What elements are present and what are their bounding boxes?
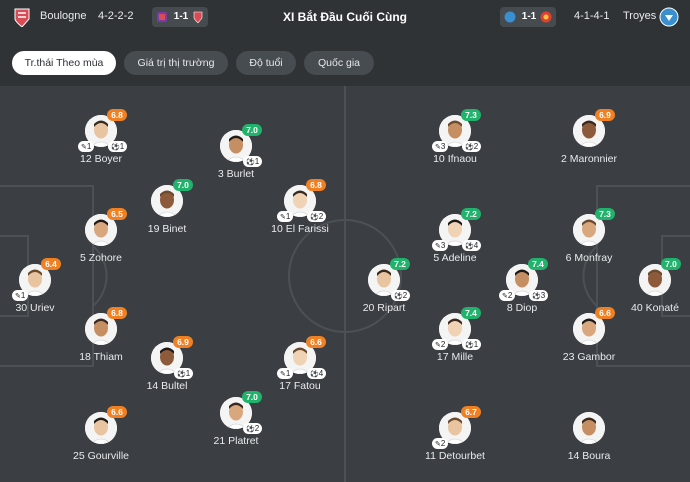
player-name: 17 Fatou	[279, 380, 321, 392]
player-card[interactable]: 6.7 ✎2 11 Detourbet	[410, 406, 500, 474]
player-stat-right: ⚽2	[462, 141, 482, 152]
player-rating-badge: 7.4	[461, 307, 481, 319]
player-name: 21 Platret	[213, 435, 259, 447]
player-card[interactable]: 7.3 ✎3 ⚽2 10 Ifnaou	[410, 109, 500, 177]
player-stat-left: ✎1	[12, 290, 29, 301]
player-rating-badge: 6.5	[107, 208, 127, 220]
player-name: 12 Boyer	[79, 153, 123, 165]
player-card[interactable]: 7.4 ✎2 ⚽1 17 Mille	[410, 307, 500, 375]
away-team-name[interactable]: Troyes	[623, 10, 656, 22]
player-stat-right: ⚽2	[391, 290, 411, 301]
player-stat-right: ⚽4	[462, 240, 482, 251]
player-name: 10 Ifnaou	[433, 153, 477, 165]
away-last-score: 1-1	[521, 11, 537, 22]
player-name: 14 Boura	[567, 450, 611, 462]
tab-season-form[interactable]: Tr.thái Theo mùa	[12, 51, 116, 75]
player-rating-badge: 7.0	[242, 391, 262, 403]
tab-nationality[interactable]: Quốc gia	[304, 51, 374, 75]
tab-age[interactable]: Độ tuổi	[236, 51, 296, 75]
player-name: 2 Maronnier	[560, 153, 618, 165]
player-rating-badge: 6.8	[306, 179, 326, 191]
player-stat-right: ⚽3	[529, 290, 549, 301]
away-formation: 4-1-4-1	[574, 10, 610, 22]
player-card[interactable]: 7.0 ⚽2 21 Platret	[191, 391, 281, 459]
player-card[interactable]: 6.8 ✎1 ⚽1 12 Boyer	[56, 109, 146, 177]
player-stat-left: ✎1	[277, 368, 294, 379]
player-rating-badge: 6.6	[306, 336, 326, 348]
player-rating-badge: 7.3	[595, 208, 615, 220]
player-stat-left: ✎1	[78, 141, 95, 152]
player-card[interactable]: 6.9 2 Maronnier	[544, 109, 634, 177]
tab-market-value[interactable]: Giá trị thị trường	[124, 51, 228, 75]
player-stat-left: ✎3	[432, 141, 449, 152]
player-stat-left: ✎3	[432, 240, 449, 251]
match-header: Boulogne 4-2-2-2 1-1 XI Bắt Đầu Cuối Cùn…	[0, 0, 690, 34]
player-rating-badge: 6.9	[595, 109, 615, 121]
player-stat-right: ⚽1	[174, 368, 194, 379]
player-card[interactable]: 6.8 ✎1 ⚽2 10 El Farissi	[255, 179, 345, 247]
player-stat-left: ✎1	[277, 211, 294, 222]
player-card[interactable]: 6.6 23 Gambor	[544, 307, 634, 375]
player-rating-badge: 7.4	[528, 258, 548, 270]
player-rating-badge: 6.6	[595, 307, 615, 319]
player-stat-right: ⚽2	[243, 423, 263, 434]
player-stat-right: ⚽1	[108, 141, 128, 152]
player-stat-left: ✎2	[432, 438, 449, 449]
view-tabs: Tr.thái Theo mùa Giá trị thị trường Độ t…	[0, 34, 690, 86]
player-name: 17 Mille	[436, 351, 474, 363]
player-stat-left: ✎2	[499, 290, 516, 301]
player-rating-badge: 7.0	[242, 124, 262, 136]
player-stat-left: ✎2	[432, 339, 449, 350]
player-name: 10 El Farissi	[271, 223, 329, 235]
player-rating-badge: 7.3	[461, 109, 481, 121]
away-last-match[interactable]: 1-1	[500, 7, 556, 27]
player-rating-badge: 6.6	[107, 406, 127, 418]
player-rating-badge: 7.0	[661, 258, 681, 270]
troyes-badge-icon[interactable]	[659, 7, 679, 27]
player-rating-badge: 6.8	[107, 307, 127, 319]
player-card[interactable]: 6.6 25 Gourville	[56, 406, 146, 474]
player-rating-badge: 6.7	[461, 406, 481, 418]
player-rating-badge: 6.8	[107, 109, 127, 121]
player-card[interactable]: 14 Boura	[544, 410, 634, 474]
player-stat-right: ⚽4	[307, 368, 327, 379]
troyes-mini-icon	[504, 11, 516, 23]
player-stat-right: ⚽1	[462, 339, 482, 350]
player-rating-badge: 6.4	[41, 258, 61, 270]
player-name: 11 Detourbet	[425, 450, 485, 462]
opponent-badge-icon	[540, 11, 552, 23]
player-rating-badge: 7.2	[390, 258, 410, 270]
player-name: 23 Gambor	[562, 351, 616, 363]
player-stat-right: ⚽1	[243, 156, 263, 167]
player-name: 14 Bultel	[146, 380, 188, 392]
player-rating-badge: 7.2	[461, 208, 481, 220]
player-name: 3 Burlet	[217, 168, 255, 180]
player-rating-badge: 7.0	[173, 179, 193, 191]
player-name: 25 Gourville	[72, 450, 130, 462]
player-rating-badge: 6.9	[173, 336, 193, 348]
player-stat-right: ⚽2	[307, 211, 327, 222]
player-avatar	[573, 412, 605, 444]
